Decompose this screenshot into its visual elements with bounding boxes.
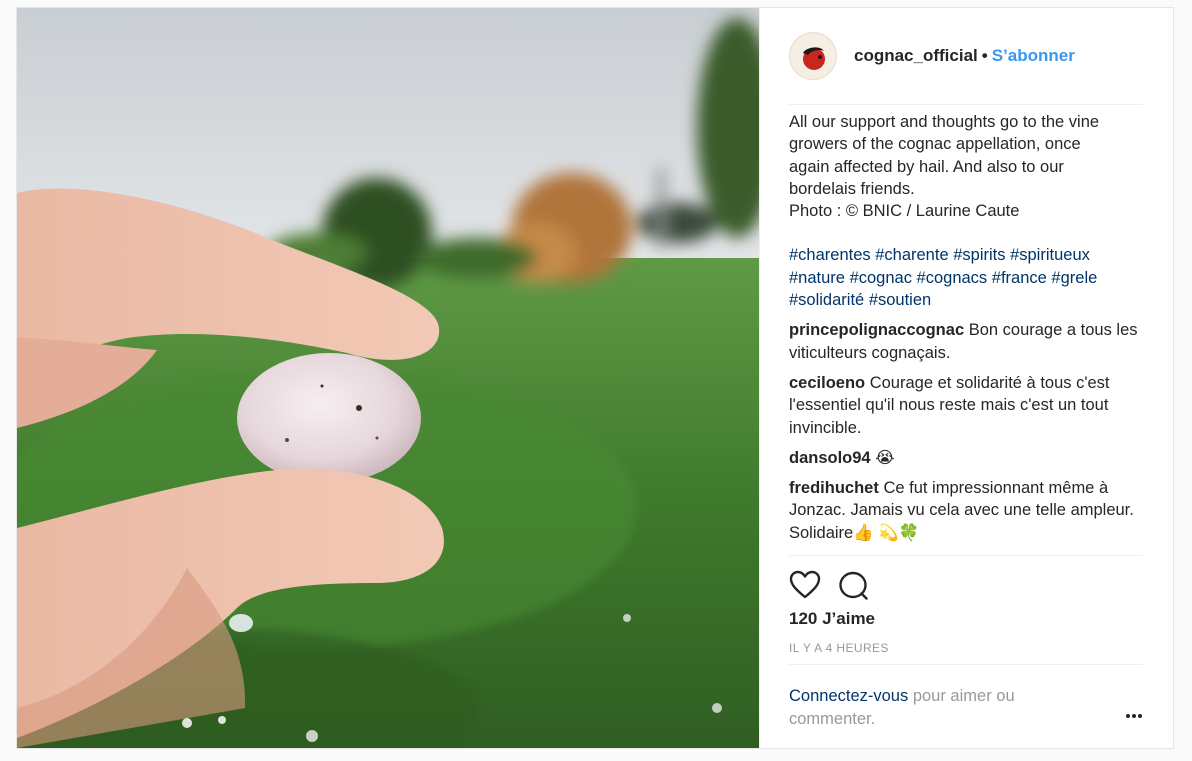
comment: dansolo94 😭	[789, 447, 1149, 469]
hashtag-link[interactable]: #france	[992, 269, 1047, 287]
post-side-panel: cognac_official • S’abonner All our suppor…	[759, 8, 1173, 748]
header-text: cognac_official • S’abonner	[854, 46, 1075, 66]
post-caption: All our support and thoughts go to the v…	[789, 111, 1149, 222]
hailstone-photo	[17, 8, 759, 748]
login-prompt: Connectez-vous pour aimer ou commenter.	[789, 685, 1089, 731]
hashtag-link[interactable]: #charentes	[789, 246, 871, 264]
caption-line: growers of the cognac appellation, once	[789, 135, 1081, 154]
hashtag-link[interactable]: #nature	[789, 269, 845, 287]
comment: ceciloeno Courage et solidarité à tous c…	[789, 372, 1149, 439]
caption-line: again affected by hail. And also to our	[789, 157, 1064, 176]
comment-bubble-icon[interactable]	[838, 570, 870, 600]
comment-text: 😭	[875, 448, 895, 467]
follow-button[interactable]: S’abonner	[992, 46, 1075, 65]
caption-line: Photo : © BNIC / Laurine Caute	[789, 202, 1020, 221]
hashtag-link[interactable]: #grele	[1051, 269, 1097, 287]
hashtag-link[interactable]: #cognacs	[917, 269, 988, 287]
hashtag-link[interactable]: #solidarité	[789, 291, 864, 309]
hashtag-link[interactable]: #cognac	[850, 269, 912, 287]
bottom-divider	[789, 664, 1143, 665]
likes-count[interactable]: 120 J’aime	[789, 609, 875, 629]
header-divider	[789, 104, 1143, 105]
username-link[interactable]: cognac_official	[854, 46, 978, 65]
comment-username[interactable]: ceciloeno	[789, 374, 865, 392]
heart-icon[interactable]	[789, 570, 821, 600]
comment-username[interactable]: princepolignaccognac	[789, 321, 964, 339]
hashtag-link[interactable]: #charente	[875, 246, 948, 264]
post-time[interactable]: IL Y A 4 HEURES	[789, 641, 889, 655]
cognac-logo-icon	[791, 34, 836, 79]
caption-line: bordelais friends.	[789, 179, 915, 198]
header-separator: •	[981, 46, 988, 65]
avatar[interactable]	[789, 32, 837, 80]
comment: fredihuchet Ce fut impressionnant même à…	[789, 477, 1149, 544]
hashtag-link[interactable]: #spirits	[953, 246, 1005, 264]
comment: princepolignaccognac Bon courage a tous …	[789, 319, 1149, 364]
post-photo[interactable]	[17, 8, 759, 748]
comment-username[interactable]: fredihuchet	[789, 479, 879, 497]
caption-line: All our support and thoughts go to the v…	[789, 113, 1100, 131]
more-options-icon[interactable]	[1124, 706, 1144, 726]
hashtag-link[interactable]: #soutien	[869, 291, 931, 309]
instagram-post: cognac_official • S’abonner All our suppor…	[16, 7, 1174, 749]
actions-divider	[789, 555, 1143, 556]
hashtags: #charentes #charente #spirits #spiritueu…	[789, 244, 1149, 311]
hashtag-link[interactable]: #spiritueux	[1010, 246, 1090, 264]
comments-list: All our support and thoughts go to the v…	[789, 111, 1149, 544]
comment-username[interactable]: dansolo94	[789, 449, 871, 467]
login-link[interactable]: Connectez-vous	[789, 687, 908, 705]
post-header: cognac_official • S’abonner	[760, 8, 1174, 104]
